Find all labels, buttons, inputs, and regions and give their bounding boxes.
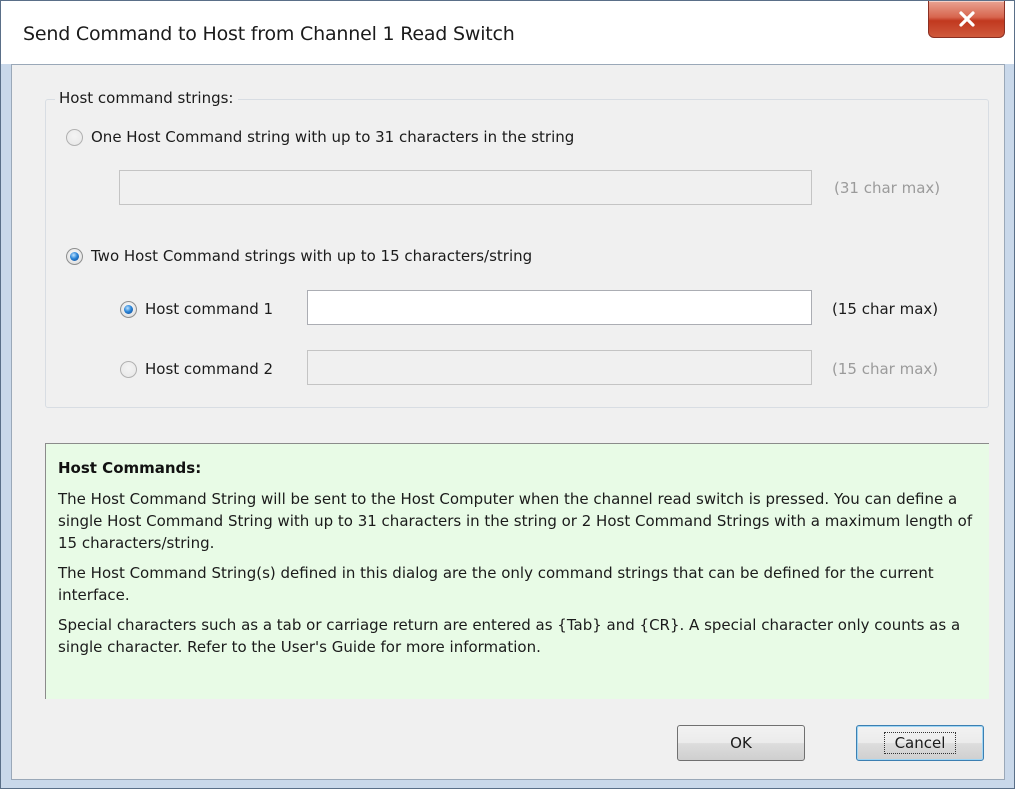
cancel-button-label: Cancel bbox=[883, 732, 957, 754]
host-command-2-label: Host command 2 bbox=[145, 360, 274, 378]
help-panel: Host Commands: The Host Command String w… bbox=[45, 443, 989, 699]
host-command-1-char-limit: (15 char max) bbox=[832, 300, 939, 318]
host-command-2-field[interactable] bbox=[308, 351, 811, 384]
host-command-1-input[interactable] bbox=[307, 290, 812, 325]
radio-host-command-2[interactable] bbox=[120, 361, 137, 378]
group-label: Host command strings: bbox=[55, 89, 238, 107]
one-string-char-limit: (31 char max) bbox=[834, 179, 941, 197]
radio-host-command-1[interactable] bbox=[120, 301, 137, 318]
one-string-input-field[interactable] bbox=[120, 171, 811, 204]
title-bar[interactable]: Send Command to Host from Channel 1 Read… bbox=[1, 1, 1014, 64]
host-command-1-field[interactable] bbox=[308, 291, 811, 324]
one-string-input[interactable] bbox=[119, 170, 812, 205]
radio-one-string-label: One Host Command string with up to 31 ch… bbox=[91, 128, 575, 146]
ok-button[interactable]: OK bbox=[677, 725, 805, 761]
radio-two-strings-label: Two Host Command strings with up to 15 c… bbox=[91, 247, 533, 265]
dialog-window: Send Command to Host from Channel 1 Read… bbox=[0, 0, 1015, 789]
close-button[interactable] bbox=[928, 1, 1005, 38]
radio-one-string[interactable] bbox=[66, 129, 83, 146]
radio-two-strings[interactable] bbox=[66, 248, 83, 265]
help-title: Host Commands: bbox=[58, 459, 202, 477]
cancel-button[interactable]: Cancel bbox=[856, 725, 984, 761]
window-title: Send Command to Host from Channel 1 Read… bbox=[23, 23, 515, 45]
host-command-2-input[interactable] bbox=[307, 350, 812, 385]
help-paragraph-1: The Host Command String will be sent to … bbox=[58, 490, 973, 552]
help-paragraph-3: Special characters such as a tab or carr… bbox=[58, 616, 961, 656]
dialog-body: Host command strings: One Host Command s… bbox=[11, 64, 1005, 780]
host-command-1-label: Host command 1 bbox=[145, 300, 274, 318]
help-paragraph-2: The Host Command String(s) defined in th… bbox=[58, 564, 934, 604]
host-command-2-char-limit: (15 char max) bbox=[832, 360, 939, 378]
ok-button-label: OK bbox=[730, 734, 752, 752]
